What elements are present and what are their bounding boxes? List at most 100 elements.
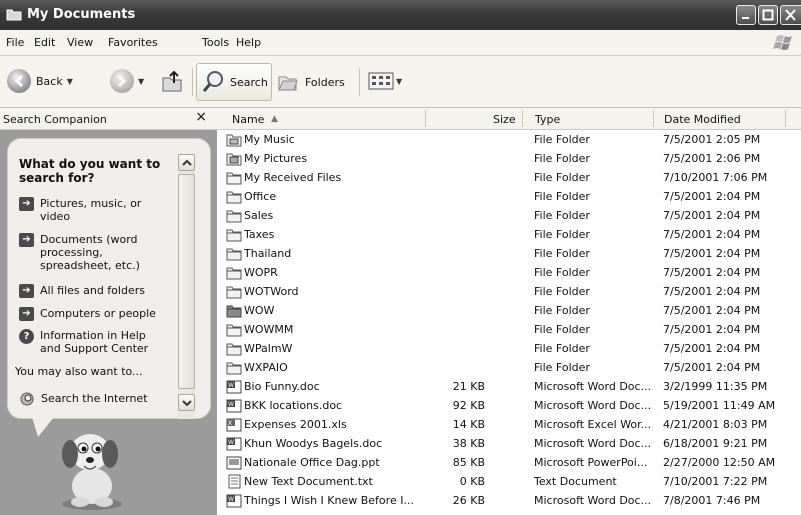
menu-help[interactable]: Help bbox=[236, 36, 261, 49]
file-date-modified: 5/19/2001 11:49 AM bbox=[663, 399, 776, 412]
search-button[interactable]: Search bbox=[196, 63, 272, 101]
folder-icon bbox=[226, 172, 242, 185]
scroll-up-button[interactable] bbox=[178, 154, 195, 171]
file-name: New Text Document.txt bbox=[244, 475, 373, 488]
up-folder-button[interactable] bbox=[160, 69, 184, 93]
option-all-files[interactable]: ➔ All files and folders bbox=[19, 284, 169, 298]
file-row[interactable]: W Khun Woodys Bagels.doc 38 KB Microsoft Wo… bbox=[217, 434, 801, 453]
file-row[interactable]: WOWMM File Folder 7/5/2001 2:04 PM bbox=[217, 320, 801, 339]
file-type: File Folder bbox=[534, 228, 590, 241]
column-name[interactable]: Name bbox=[232, 113, 264, 126]
views-button[interactable]: ▼ bbox=[368, 72, 402, 90]
file-name: Things I Wish I Knew Before I... bbox=[244, 494, 414, 507]
views-dropdown-icon[interactable]: ▼ bbox=[396, 77, 402, 86]
back-button[interactable]: Back ▼ bbox=[7, 69, 73, 93]
minimize-button[interactable] bbox=[736, 5, 756, 25]
music-folder-icon bbox=[226, 134, 242, 147]
close-pane-icon[interactable]: × bbox=[195, 109, 207, 125]
bubble-scrollbar[interactable] bbox=[178, 154, 195, 419]
folder-icon bbox=[226, 362, 242, 375]
file-row[interactable]: My Pictures File Folder 7/5/2001 2:06 PM bbox=[217, 149, 801, 168]
file-type: Microsoft Word Doc... bbox=[534, 437, 652, 450]
file-type: File Folder bbox=[534, 285, 590, 298]
file-row[interactable]: My Received Files File Folder 7/10/2001 7:… bbox=[217, 168, 801, 187]
file-date-modified: 7/5/2001 2:04 PM bbox=[663, 247, 761, 260]
column-type[interactable]: Type bbox=[535, 113, 560, 126]
file-name: Expenses 2001.xls bbox=[244, 418, 347, 431]
file-type: File Folder bbox=[534, 171, 590, 184]
back-arrow-icon bbox=[7, 69, 31, 93]
file-row[interactable]: Sales File Folder 7/5/2001 2:04 PM bbox=[217, 206, 801, 225]
file-row[interactable]: Office File Folder 7/5/2001 2:04 PM bbox=[217, 187, 801, 206]
file-row[interactable]: W BKK locations.doc 92 KB Microsoft Word Do… bbox=[217, 396, 801, 415]
file-row[interactable]: New Text Document.txt 0 KB Text Document 7/… bbox=[217, 472, 801, 491]
title-bar[interactable]: My Documents bbox=[0, 0, 801, 30]
file-name: WOWMM bbox=[244, 323, 294, 336]
window-title: My Documents bbox=[27, 7, 136, 22]
maximize-button[interactable] bbox=[758, 5, 778, 25]
forward-button[interactable]: ▼ bbox=[110, 69, 144, 93]
menu-file[interactable]: File bbox=[6, 36, 24, 49]
menu-bar: File Edit View Favorites Tools Help bbox=[0, 30, 801, 56]
option-computers-people[interactable]: ➔ Computers or people bbox=[19, 307, 174, 321]
file-row[interactable]: X Expenses 2001.xls 14 KB Microsoft Excel W… bbox=[217, 415, 801, 434]
file-row[interactable]: W Bio Funny.doc 21 KB Microsoft Word Doc...… bbox=[217, 377, 801, 396]
search-dog-icon[interactable] bbox=[48, 426, 132, 512]
file-row[interactable]: WPalmW File Folder 7/5/2001 2:04 PM bbox=[217, 339, 801, 358]
file-size: 85 KB bbox=[452, 456, 485, 469]
scroll-thumb[interactable] bbox=[178, 174, 195, 389]
file-date-modified: 7/5/2001 2:04 PM bbox=[663, 285, 761, 298]
folder-icon bbox=[226, 248, 242, 261]
file-date-modified: 6/18/2001 9:21 PM bbox=[663, 437, 768, 450]
file-row[interactable]: My Music File Folder 7/5/2001 2:05 PM bbox=[217, 130, 801, 149]
column-date-modified[interactable]: Date Modified bbox=[664, 113, 741, 126]
file-type: Microsoft PowerPoi... bbox=[534, 456, 648, 469]
views-icon bbox=[368, 72, 394, 90]
maximize-icon bbox=[762, 9, 774, 21]
menu-tools[interactable]: Tools bbox=[202, 36, 229, 49]
file-row[interactable]: Nationale Office Dag.ppt 85 KB Microsoft P… bbox=[217, 453, 801, 472]
also-label: You may also want to... bbox=[15, 365, 143, 378]
file-row[interactable]: WXPAIO File Folder 7/5/2001 2:04 PM bbox=[217, 358, 801, 377]
file-size: 26 KB bbox=[452, 494, 485, 507]
minimize-icon bbox=[742, 17, 749, 19]
file-date-modified: 3/2/1999 11:35 PM bbox=[663, 380, 768, 393]
forward-dropdown-icon[interactable]: ▼ bbox=[138, 77, 144, 86]
file-row[interactable]: W Things I Wish I Knew Before I... 26 KB Mi… bbox=[217, 491, 801, 510]
file-date-modified: 7/5/2001 2:04 PM bbox=[663, 304, 761, 317]
pictures-folder-icon bbox=[226, 153, 242, 166]
file-row[interactable]: Taxes File Folder 7/5/2001 2:04 PM bbox=[217, 225, 801, 244]
file-type: File Folder bbox=[534, 152, 590, 165]
option-search-internet[interactable]: Search the Internet bbox=[19, 392, 179, 407]
file-date-modified: 7/5/2001 2:05 PM bbox=[663, 133, 761, 146]
file-row[interactable]: WOW File Folder 7/5/2001 2:04 PM bbox=[217, 301, 801, 320]
column-size[interactable]: Size bbox=[493, 113, 516, 126]
folders-button[interactable]: Folders bbox=[277, 72, 345, 92]
search-companion-header: Search Companion × bbox=[0, 108, 217, 130]
file-row[interactable]: WOTWord File Folder 7/5/2001 2:04 PM bbox=[217, 282, 801, 301]
file-date-modified: 7/5/2001 2:06 PM bbox=[663, 152, 761, 165]
menu-view[interactable]: View bbox=[67, 36, 93, 49]
menu-edit[interactable]: Edit bbox=[34, 36, 55, 49]
option-help-center[interactable]: ? Information in Help and Support Center bbox=[19, 329, 169, 355]
folders-label: Folders bbox=[305, 75, 345, 89]
close-button[interactable] bbox=[780, 5, 801, 25]
powerpoint-icon bbox=[226, 456, 242, 470]
file-type: File Folder bbox=[534, 190, 590, 203]
file-name: Office bbox=[244, 190, 277, 203]
menu-favorites[interactable]: Favorites bbox=[108, 36, 158, 49]
file-type: Microsoft Word Doc... bbox=[534, 494, 652, 507]
option-documents[interactable]: ➔ Documents (word processing, spreadshee… bbox=[19, 233, 169, 272]
search-companion-title: Search Companion bbox=[3, 113, 107, 126]
option-pictures[interactable]: ➔ Pictures, music, or video bbox=[19, 197, 169, 223]
file-row[interactable]: Thailand File Folder 7/5/2001 2:04 PM bbox=[217, 244, 801, 263]
column-header: Name ▲ Size Type Date Modified bbox=[217, 108, 801, 130]
file-name: My Received Files bbox=[244, 171, 342, 184]
file-date-modified: 7/5/2001 2:04 PM bbox=[663, 266, 761, 279]
chevron-up-icon bbox=[182, 159, 192, 166]
file-type: Text Document bbox=[534, 475, 617, 488]
file-row[interactable]: WOPR File Folder 7/5/2001 2:04 PM bbox=[217, 263, 801, 282]
search-question: What do you want to search for? bbox=[19, 157, 161, 185]
back-dropdown-icon[interactable]: ▼ bbox=[67, 77, 73, 86]
scroll-down-button[interactable] bbox=[178, 394, 195, 411]
